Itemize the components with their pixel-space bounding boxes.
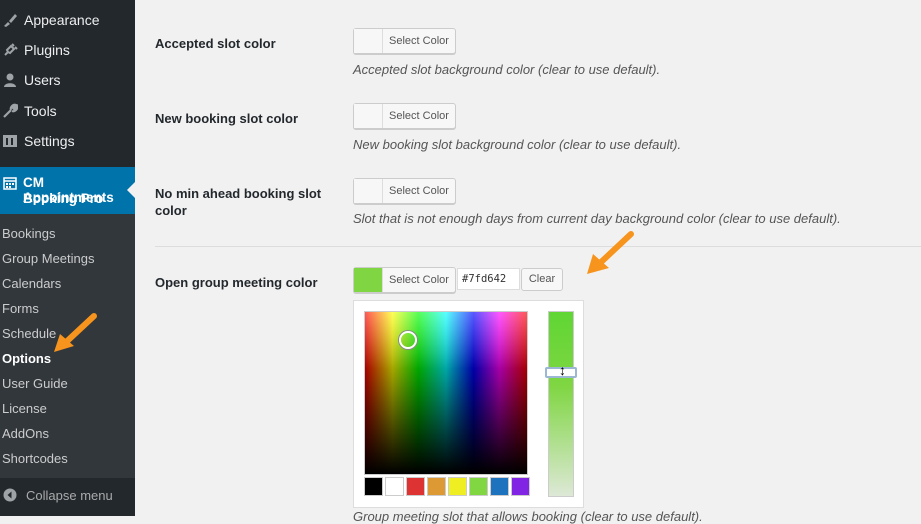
open-group-meeting-color-description: Group meeting slot that allows booking (… [353, 509, 703, 524]
collapse-menu-button[interactable]: Collapse menu [0, 480, 135, 510]
clear-color-button[interactable]: Clear [521, 268, 563, 291]
menu-label-line2: Booking Pro [23, 191, 104, 206]
accepted-slot-color-description: Accepted slot background color (clear to… [353, 62, 661, 77]
open-group-meeting-color-label: Open group meeting color [155, 275, 318, 290]
menu-item-users[interactable]: Users [0, 65, 135, 95]
hex-color-input[interactable]: #7fd642 [457, 268, 520, 290]
submenu-item-group-meetings[interactable]: Group Meetings [2, 251, 95, 266]
palette-swatch-yellow[interactable] [448, 477, 467, 496]
users-icon [4, 73, 16, 87]
orange-arrow-icon [54, 313, 97, 352]
menu-item-tools[interactable]: Tools [0, 96, 135, 126]
new-booking-slot-color-description: New booking slot background color (clear… [353, 137, 682, 152]
resize-cursor-icon: ↕ [559, 362, 566, 378]
wrench-icon [3, 103, 18, 118]
color-spectrum[interactable] [364, 311, 528, 475]
menu-label: Tools [24, 103, 57, 119]
menu-label: Appearance [24, 12, 100, 28]
submenu-item-schedule[interactable]: Schedule [2, 326, 56, 341]
section-divider [155, 246, 921, 247]
palette-swatch-black[interactable] [364, 477, 383, 496]
palette-swatch-orange[interactable] [427, 477, 446, 496]
collapse-label: Collapse menu [26, 487, 113, 503]
lightness-slider[interactable]: ↕ [545, 311, 577, 497]
new-booking-slot-color-button[interactable]: Select Color [353, 103, 456, 129]
palette-swatch-green[interactable] [469, 477, 488, 496]
palette-swatch-purple[interactable] [511, 477, 530, 496]
no-min-ahead-color-label-line2: color [155, 203, 187, 218]
color-swatch [354, 104, 383, 128]
settings-main: Accepted slot color Select Color Accepte… [135, 0, 921, 524]
menu-item-appearance[interactable]: Appearance [0, 5, 135, 35]
admin-sidebar: Appearance Plugins Users Tools Settings … [0, 0, 135, 516]
menu-label: Plugins [24, 42, 70, 58]
plugin-icon [4, 43, 18, 56]
submenu-item-user-guide[interactable]: User Guide [2, 376, 68, 391]
menu-item-settings[interactable]: Settings [0, 126, 135, 156]
color-swatch-selected [354, 268, 383, 292]
submenu-item-bookings[interactable]: Bookings [2, 226, 55, 241]
accepted-slot-color-button[interactable]: Select Color [353, 28, 456, 54]
color-swatch [354, 29, 383, 53]
settings-icon [3, 135, 17, 147]
submenu-item-forms[interactable]: Forms [2, 301, 39, 316]
submenu-item-shortcodes[interactable]: Shortcodes [2, 451, 68, 466]
submenu-item-calendars[interactable]: Calendars [2, 276, 61, 291]
menu-item-plugins[interactable]: Plugins [0, 35, 135, 65]
submenu-item-license[interactable]: License [2, 401, 47, 416]
menu-item-cm-appointments[interactable]: CM Appointments Booking Pro [0, 167, 135, 214]
orange-arrow-icon [587, 231, 634, 274]
select-color-label: Select Color [389, 274, 449, 286]
collapse-icon [3, 488, 17, 502]
submenu-item-options[interactable]: Options [2, 351, 51, 366]
select-color-label: Select Color [389, 110, 449, 122]
spectrum-overlay [365, 312, 527, 474]
select-color-label: Select Color [389, 35, 449, 47]
open-group-meeting-color-button[interactable]: Select Color [353, 267, 456, 293]
select-color-label: Select Color [389, 185, 449, 197]
menu-label: Users [24, 72, 61, 88]
no-min-ahead-color-button[interactable]: Select Color [353, 178, 456, 204]
new-booking-slot-color-label: New booking slot color [155, 111, 299, 126]
palette-swatch-red[interactable] [406, 477, 425, 496]
paintbrush-icon [4, 14, 17, 27]
color-picker-panel: ↕ [353, 300, 584, 508]
submenu-item-addons[interactable]: AddOns [2, 426, 49, 441]
accepted-slot-color-label: Accepted slot color [155, 36, 276, 51]
palette-swatch-white[interactable] [385, 477, 404, 496]
calendar-icon [3, 177, 17, 190]
no-min-ahead-color-description: Slot that is not enough days from curren… [353, 211, 841, 226]
active-pointer [127, 182, 135, 198]
no-min-ahead-color-label-line1: No min ahead booking slot [155, 186, 322, 201]
menu-label: Settings [24, 133, 75, 149]
palette-swatch-blue[interactable] [490, 477, 509, 496]
color-swatch [354, 179, 383, 203]
spectrum-marker[interactable] [399, 331, 417, 349]
